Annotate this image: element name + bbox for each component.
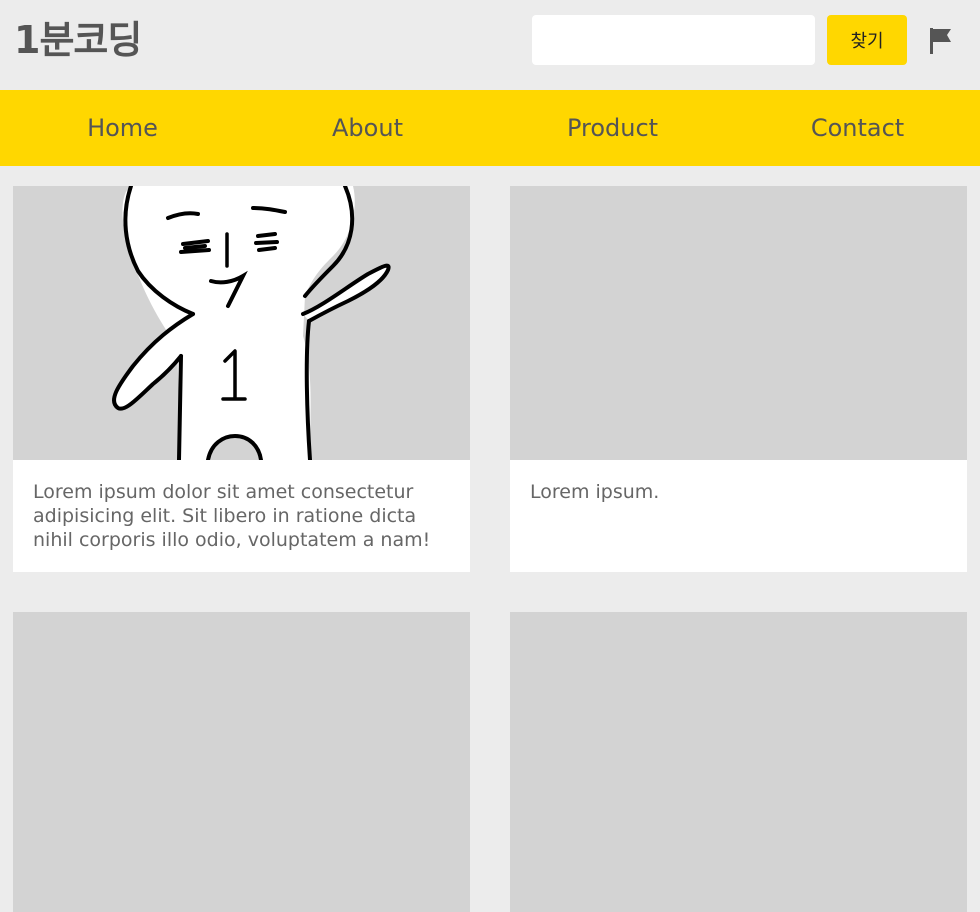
flag-icon[interactable]	[925, 25, 957, 57]
card-text: Lorem ipsum dolor sit amet consectetur a…	[33, 481, 431, 551]
card[interactable]	[510, 612, 967, 912]
card[interactable]: Lorem ipsum.	[510, 186, 967, 572]
header: 1분코딩 찾기	[0, 0, 980, 90]
card-text: Lorem ipsum.	[530, 481, 660, 503]
main-nav: Home About Product Contact	[0, 90, 980, 166]
card-image	[13, 186, 470, 460]
card[interactable]: Lorem ipsum dolor sit amet consectetur a…	[13, 186, 470, 572]
nav-item-contact[interactable]: Contact	[735, 90, 980, 166]
search-button[interactable]: 찾기	[827, 15, 907, 65]
mascot-illustration	[112, 186, 391, 460]
card[interactable]	[13, 612, 470, 912]
card-image	[13, 612, 470, 912]
search-input[interactable]	[532, 15, 815, 65]
nav-item-product[interactable]: Product	[490, 90, 735, 166]
card-image	[510, 612, 967, 912]
nav-item-about[interactable]: About	[245, 90, 490, 166]
nav-item-home[interactable]: Home	[0, 90, 245, 166]
site-logo[interactable]: 1분코딩	[14, 14, 142, 66]
card-image	[510, 186, 967, 460]
